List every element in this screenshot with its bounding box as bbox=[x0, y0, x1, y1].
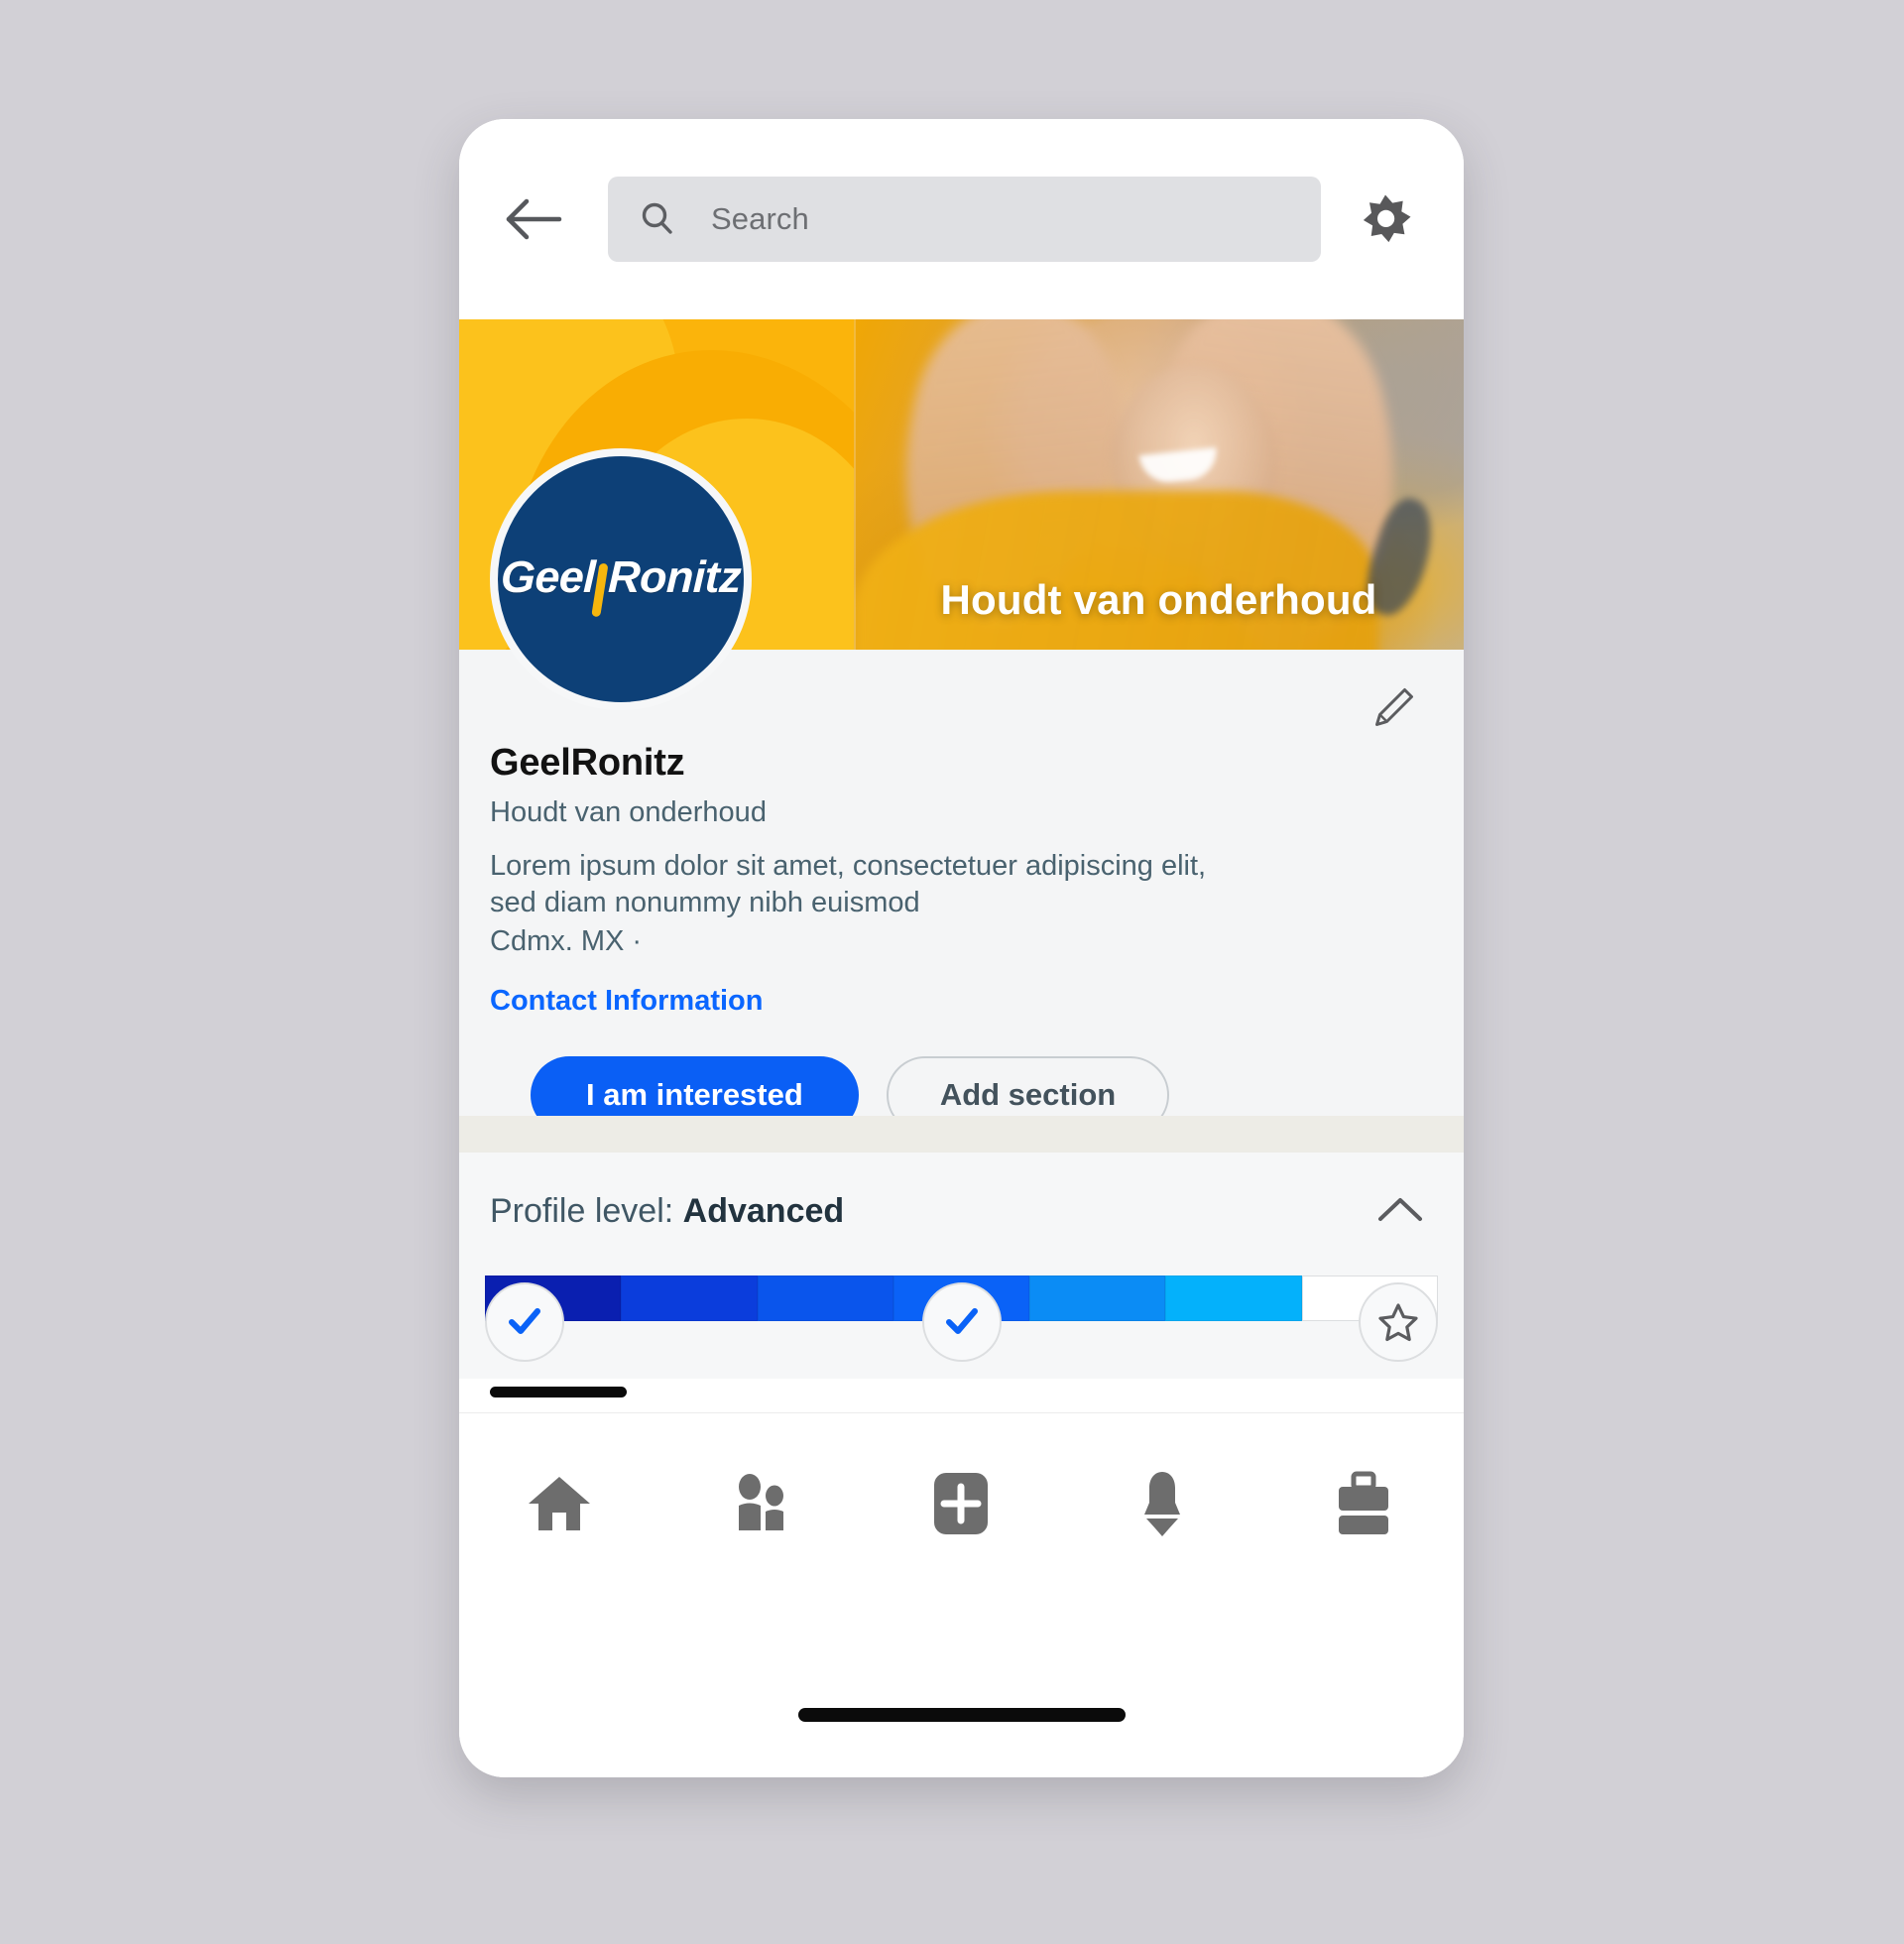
progress-segment bbox=[757, 1276, 893, 1321]
section-divider bbox=[459, 1116, 1464, 1153]
logo-text-first: Geel bbox=[500, 550, 597, 602]
settings-button[interactable] bbox=[1351, 184, 1420, 254]
banner-caption-text: Houdt van onderhoud bbox=[940, 576, 1377, 623]
search-placeholder-text: Search bbox=[711, 201, 809, 236]
page-title: GeelRonitz bbox=[490, 742, 685, 784]
star-icon bbox=[1376, 1300, 1420, 1344]
profile-tagline: Houdt van onderhoud bbox=[490, 796, 767, 828]
contact-information-link[interactable]: Contact Information bbox=[490, 985, 764, 1018]
nav-item-post[interactable] bbox=[907, 1459, 1014, 1548]
milestone-start[interactable] bbox=[485, 1282, 564, 1362]
profile-level-card: Profile level: Advanced bbox=[459, 1153, 1464, 1379]
scroll-indicator[interactable] bbox=[490, 1387, 627, 1397]
profile-header-section: Geel Ronitz GeelRonitz Houdt van onderhou… bbox=[459, 448, 1464, 1134]
avatar-logo-text: Geel Ronitz bbox=[500, 550, 742, 618]
arrow-left-icon bbox=[505, 196, 562, 242]
progress-segment bbox=[1165, 1276, 1302, 1321]
briefcase-icon bbox=[1333, 1471, 1394, 1536]
screen-canvas: Search Houdt van onderhoud Geel Ronitz G… bbox=[0, 0, 1904, 1944]
nav-item-network[interactable] bbox=[707, 1459, 814, 1548]
pencil-icon bbox=[1371, 684, 1417, 730]
profile-level-value: Advanced bbox=[682, 1192, 845, 1230]
milestone-middle[interactable] bbox=[921, 1282, 1002, 1362]
back-button[interactable] bbox=[503, 188, 564, 250]
progress-segment bbox=[621, 1276, 758, 1321]
bell-icon bbox=[1133, 1470, 1191, 1537]
gear-icon bbox=[1358, 191, 1413, 247]
home-indicator bbox=[797, 1708, 1126, 1722]
phone-frame: Search Houdt van onderhoud Geel Ronitz G… bbox=[459, 119, 1464, 1777]
search-icon bbox=[640, 201, 675, 237]
edit-profile-button[interactable] bbox=[1367, 679, 1422, 735]
profile-level-prefix: Profile level: bbox=[490, 1192, 674, 1230]
profile-level-label: Profile level: Advanced bbox=[490, 1192, 844, 1231]
profile-level-progress bbox=[485, 1276, 1438, 1362]
nav-item-notifications[interactable] bbox=[1109, 1459, 1216, 1548]
nav-item-jobs[interactable] bbox=[1310, 1459, 1417, 1548]
progress-segment bbox=[1029, 1276, 1166, 1321]
bottom-nav-items bbox=[459, 1459, 1464, 1548]
search-input[interactable]: Search bbox=[608, 177, 1321, 262]
bottom-navigation-bar bbox=[459, 1412, 1464, 1777]
logo-text-second: Ronitz bbox=[607, 550, 742, 602]
chevron-up-icon bbox=[1376, 1193, 1424, 1227]
plus-square-icon bbox=[930, 1470, 992, 1537]
collapse-level-button[interactable] bbox=[1372, 1182, 1428, 1238]
banner-seam-divider bbox=[854, 319, 856, 650]
milestone-end[interactable] bbox=[1359, 1282, 1438, 1362]
top-app-bar: Search bbox=[459, 119, 1464, 319]
people-icon bbox=[730, 1473, 791, 1534]
profile-location: Cdmx. MX · bbox=[490, 925, 643, 957]
home-icon bbox=[527, 1473, 592, 1534]
profile-description: Lorem ipsum dolor sit amet, consectetuer… bbox=[490, 850, 1207, 919]
check-icon bbox=[504, 1301, 545, 1343]
check-icon bbox=[941, 1301, 983, 1343]
banner-photo: Houdt van onderhoud bbox=[854, 319, 1464, 650]
avatar[interactable]: Geel Ronitz bbox=[490, 448, 752, 710]
nav-item-home[interactable] bbox=[506, 1459, 613, 1548]
